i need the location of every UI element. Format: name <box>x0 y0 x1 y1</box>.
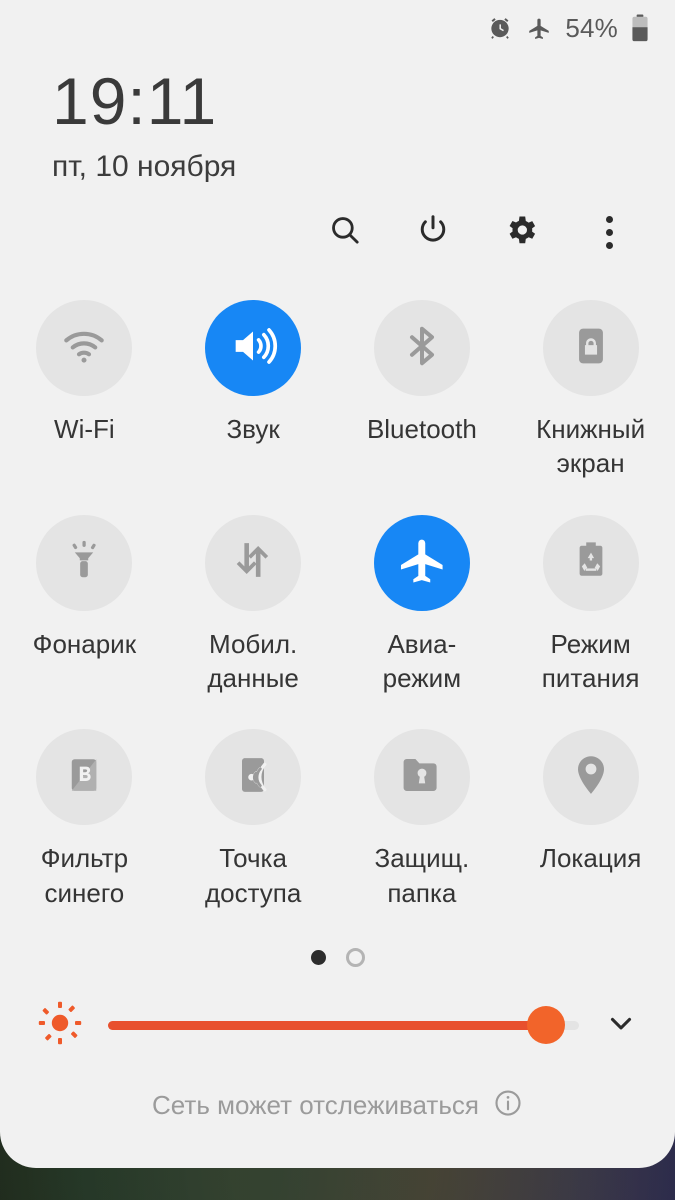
tile-airplane-mode-circle <box>373 514 470 611</box>
tile-rotation-lock-circle <box>542 300 639 396</box>
settings-button[interactable] <box>499 210 543 254</box>
alarm-icon <box>487 15 513 41</box>
tile-power-mode[interactable]: Режим питания <box>506 509 675 696</box>
status-bar: 54% <box>0 0 675 56</box>
page-indicator[interactable] <box>0 947 675 967</box>
tile-blue-light-filter-circle <box>36 729 133 826</box>
tile-label: Авиа- режим <box>382 628 462 693</box>
row-spacer <box>169 701 338 717</box>
power-button[interactable] <box>411 210 455 254</box>
wifi-icon <box>59 321 109 376</box>
power-icon <box>416 213 450 252</box>
tile-label: Wi-Fi <box>54 414 115 444</box>
tile-label: Фильтр синего <box>40 843 129 908</box>
brightness-slider-thumb[interactable] <box>527 1006 566 1045</box>
bluetooth-icon <box>398 322 446 375</box>
clock-date: пт, 10 ноября <box>52 150 237 183</box>
tile-bluetooth-circle <box>373 300 470 396</box>
info-icon[interactable] <box>493 1088 523 1123</box>
tile-secure-folder-circle <box>373 729 470 826</box>
tile-location-circle <box>542 729 639 826</box>
tile-secure-folder[interactable]: Защищ. папка <box>338 723 507 910</box>
brightness-sun-icon <box>36 999 84 1052</box>
panel-actions <box>0 184 675 254</box>
search-icon <box>328 213 362 252</box>
airplane-icon <box>526 15 552 41</box>
network-notice[interactable]: Сеть может отслеживаться <box>0 1088 675 1123</box>
brightness-slider[interactable] <box>108 1003 579 1047</box>
more-vertical-icon <box>605 215 613 249</box>
tile-sound-circle <box>205 300 302 396</box>
tile-wifi-circle <box>36 300 133 396</box>
battery-icon <box>631 14 649 42</box>
tile-label: Книжный экран <box>536 414 646 479</box>
tile-flashlight-circle <box>36 514 133 611</box>
tile-sound[interactable]: Звук <box>169 294 338 481</box>
tile-hotspot[interactable]: Точка доступа <box>169 723 338 910</box>
quick-settings-grid: Wi-Fi Звук Bluetooth Книжный экран Фонар… <box>0 294 675 910</box>
tile-label: Звук <box>226 414 280 444</box>
tile-label: Режим питания <box>541 628 640 693</box>
tile-airplane-mode[interactable]: Авиа- режим <box>338 509 507 696</box>
tile-label: Мобил. данные <box>207 628 299 693</box>
tile-wifi[interactable]: Wi-Fi <box>0 294 169 481</box>
location-pin-icon <box>567 751 615 804</box>
tile-hotspot-circle <box>205 729 302 826</box>
page-dot-inactive[interactable] <box>345 947 365 967</box>
clock-block[interactable]: 19:11 пт, 10 ноября <box>0 56 675 184</box>
row-spacer <box>506 701 675 717</box>
tile-power-mode-circle <box>542 514 639 611</box>
tile-label: Bluetooth <box>366 414 477 444</box>
row-spacer <box>0 701 169 717</box>
blue-filter-icon <box>63 754 105 801</box>
rotation-lock-icon <box>569 324 613 373</box>
row-spacer <box>0 487 169 503</box>
brightness-expand-button[interactable] <box>595 1003 647 1047</box>
airplane-icon <box>396 534 448 591</box>
secure-folder-icon <box>398 751 446 804</box>
row-spacer <box>506 487 675 503</box>
tile-label: Защищ. папка <box>374 843 470 908</box>
page-dot-active[interactable] <box>310 949 326 965</box>
tile-label: Точка доступа <box>204 843 302 908</box>
tile-blue-light-filter[interactable]: Фильтр синего <box>0 723 169 910</box>
tile-rotation-lock[interactable]: Книжный экран <box>506 294 675 481</box>
gear-icon <box>503 212 539 253</box>
tile-mobile-data-circle <box>205 514 302 611</box>
tile-label: Локация <box>539 843 642 874</box>
chevron-down-icon <box>604 1006 638 1045</box>
clock-time: 19:11 <box>52 64 218 138</box>
mobile-data-icon <box>230 537 276 588</box>
power-mode-icon <box>569 538 613 587</box>
search-button[interactable] <box>323 210 367 254</box>
network-notice-text: Сеть может отслеживаться <box>152 1089 479 1120</box>
tile-bluetooth[interactable]: Bluetooth <box>338 294 507 481</box>
row-spacer <box>169 487 338 503</box>
tile-location[interactable]: Локация <box>506 723 675 910</box>
battery-percent: 54% <box>565 12 618 43</box>
brightness-row <box>0 999 675 1052</box>
volume-icon <box>227 320 279 377</box>
tile-mobile-data[interactable]: Мобил. данные <box>169 509 338 696</box>
tile-label: Фонарик <box>32 628 137 659</box>
flashlight-icon <box>61 537 107 588</box>
quick-settings-panel: 54% 19:11 пт, 10 ноября Wi-Fi Звук Bluet… <box>0 0 675 1168</box>
tile-flashlight[interactable]: Фонарик <box>0 509 169 696</box>
row-spacer <box>338 487 507 503</box>
brightness-slider-fill <box>108 1020 547 1030</box>
hotspot-icon <box>231 753 275 802</box>
more-options-button[interactable] <box>587 210 631 254</box>
row-spacer <box>338 701 507 717</box>
